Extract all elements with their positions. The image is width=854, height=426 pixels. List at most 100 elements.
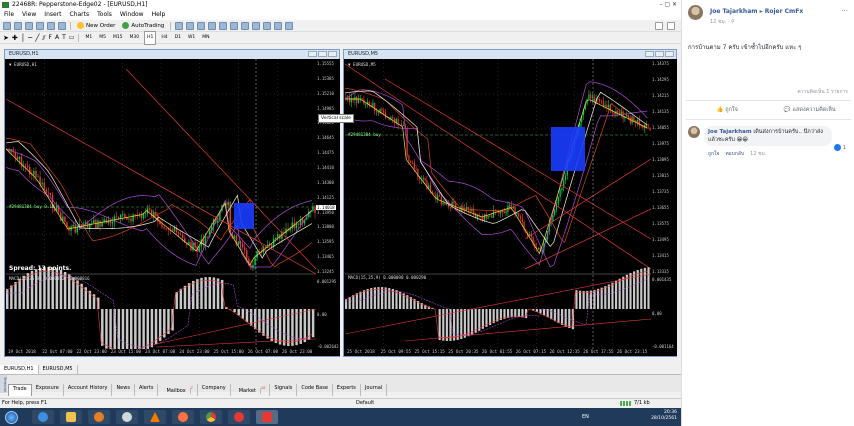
new-chart-icon[interactable]	[3, 21, 11, 30]
tab-signals[interactable]: Signals	[270, 384, 298, 396]
vertical-line-icon[interactable]: │	[21, 32, 25, 44]
tf-w1[interactable]: W1	[186, 32, 197, 44]
comment-author[interactable]: Joe Tajarkham	[708, 129, 752, 135]
fibonacci-icon[interactable]: F	[49, 32, 52, 44]
clock[interactable]: 20:36 28/10/2561	[651, 410, 677, 422]
zoom-out-icon[interactable]	[219, 21, 228, 30]
taskbar-media[interactable]	[88, 410, 110, 424]
time-axis-m5[interactable]: 25 Oct 2018 25 Oct 09:55 25 Oct 15:15 25 Oc…	[345, 348, 651, 356]
tab-eurusd-h1[interactable]: EURUSD,H1	[0, 365, 39, 374]
tf-m30[interactable]: M30	[128, 32, 142, 44]
window-controls[interactable]: – ▢ ✕	[659, 0, 677, 10]
comment-count[interactable]: ความคิดเห็น 1 รายการ	[797, 88, 848, 96]
tab-mailbox[interactable]: Mailbox 7	[158, 384, 198, 396]
tab-market[interactable]: Market 10	[231, 384, 271, 396]
minimize-icon[interactable]	[308, 51, 317, 57]
comment-like-link[interactable]: ถูกใจ	[708, 151, 719, 157]
menu-charts[interactable]: Charts	[66, 10, 94, 20]
taskbar-app[interactable]	[228, 410, 250, 424]
tf-m1[interactable]: M1	[83, 32, 94, 44]
tab-news[interactable]: News	[112, 384, 135, 396]
bar-chart-icon[interactable]	[175, 21, 184, 30]
price-axis-m5[interactable]: 1.14375 1.14295 1.14215 1.14135 1.14055 1.139…	[651, 59, 677, 356]
chart-window-m5[interactable]: EURUSD,M5 1.14375 1.14295 1.14215 1.14135 1.…	[343, 49, 677, 357]
comment-reactions[interactable]: 1	[833, 144, 846, 151]
maximize-icon[interactable]	[318, 51, 327, 57]
tf-m15[interactable]: M15	[111, 32, 125, 44]
chart-window-h1[interactable]: EURUSD,H1 1.15555 1.15385 1.15210 1.14985 1.…	[4, 49, 340, 357]
periods-icon[interactable]	[274, 21, 283, 30]
trendline-icon[interactable]: ╱	[35, 32, 39, 44]
line-chart-icon[interactable]	[197, 21, 206, 30]
search-icon[interactable]	[655, 21, 663, 30]
crosshair-icon[interactable]: ✚	[12, 32, 18, 44]
tab-experts[interactable]: Experts	[333, 384, 361, 396]
new-order-button[interactable]: New Order	[75, 20, 117, 32]
channel-icon[interactable]: ⫽	[42, 32, 45, 44]
tab-account-history[interactable]: Account History	[64, 384, 113, 396]
templates-icon[interactable]	[285, 21, 294, 30]
post-time[interactable]: 12 ชม. · ⚲	[710, 18, 735, 26]
taskbar-firefox[interactable]	[172, 410, 194, 424]
menu-insert[interactable]: Insert	[40, 10, 65, 20]
avatar[interactable]	[688, 126, 700, 138]
taskbar-vlc[interactable]	[144, 410, 166, 424]
market-watch-icon[interactable]	[25, 21, 33, 30]
cursor-icon[interactable]: ➤	[3, 32, 9, 44]
comment-button[interactable]: 💬 แสดงความคิดเห็น	[769, 106, 852, 114]
tf-h4[interactable]: H4	[159, 32, 169, 44]
horizontal-line-icon[interactable]: ─	[28, 32, 32, 44]
maximize-icon[interactable]	[655, 51, 664, 57]
tf-mn[interactable]: MN	[200, 32, 211, 44]
more-options-icon[interactable]: ···	[841, 7, 848, 15]
tab-trade[interactable]: Trade	[8, 384, 32, 396]
taskbar-chrome[interactable]	[200, 410, 222, 424]
taskbar-metatrader[interactable]	[256, 410, 278, 424]
post-target[interactable]: Rojer CmFx	[765, 8, 804, 15]
tab-eurusd-m5[interactable]: EURUSD,M5	[39, 365, 78, 374]
profiles-icon[interactable]	[14, 21, 22, 30]
menu-tools[interactable]: Tools	[93, 10, 116, 20]
avatar[interactable]	[688, 5, 703, 20]
taskbar-ie[interactable]	[32, 410, 54, 424]
text-icon[interactable]: A	[55, 32, 59, 44]
zoom-in-icon[interactable]	[208, 21, 217, 30]
tab-code-base[interactable]: Code Base	[297, 384, 333, 396]
tf-m5[interactable]: M5	[97, 32, 108, 44]
tab-journal[interactable]: Journal	[361, 384, 388, 396]
candlestick-icon[interactable]	[186, 21, 195, 30]
tab-company[interactable]: Company	[198, 384, 231, 396]
minimize-icon[interactable]	[645, 51, 654, 57]
price-plot-m5[interactable]	[345, 59, 651, 349]
autoscroll-icon[interactable]	[241, 21, 250, 30]
time-axis-h1[interactable]: 19 Oct 2018 22 Oct 07:00 22 Oct 23:00 23 Oc…	[6, 348, 316, 356]
close-icon[interactable]	[665, 51, 674, 57]
chat-icon[interactable]	[667, 21, 675, 30]
menu-help[interactable]: Help	[148, 10, 170, 20]
tab-alerts[interactable]: Alerts	[135, 384, 159, 396]
price-chart-svg[interactable]	[345, 59, 651, 349]
language-indicator[interactable]: EN	[582, 414, 589, 420]
navigator-icon[interactable]	[47, 21, 55, 30]
tf-h1[interactable]: H1	[144, 30, 157, 45]
close-icon[interactable]	[328, 51, 337, 57]
menu-file[interactable]: File	[0, 10, 18, 20]
taskbar-explorer[interactable]	[60, 410, 82, 424]
tf-d1[interactable]: D1	[173, 32, 183, 44]
taskbar-cloud[interactable]	[116, 410, 138, 424]
terminal-side-label[interactable]: Terminal	[0, 375, 7, 393]
data-window-icon[interactable]	[36, 21, 44, 30]
terminal-icon[interactable]	[58, 21, 66, 30]
like-button[interactable]: 👍 ถูกใจ	[686, 106, 769, 114]
comment-reply-link[interactable]: ตอบกลับ	[725, 151, 744, 157]
chart-shift-icon[interactable]	[252, 21, 261, 30]
menu-view[interactable]: View	[18, 10, 40, 20]
comment-time[interactable]: 12 ชม.	[750, 151, 766, 157]
indicators-icon[interactable]	[263, 21, 272, 30]
tab-exposure[interactable]: Exposure	[32, 384, 64, 396]
start-button-icon[interactable]	[5, 411, 18, 424]
menu-window[interactable]: Window	[116, 10, 148, 20]
shapes-icon[interactable]: ▭	[69, 32, 75, 44]
post-author[interactable]: Joe Tajarkham	[710, 8, 758, 15]
tile-windows-icon[interactable]	[230, 21, 239, 30]
